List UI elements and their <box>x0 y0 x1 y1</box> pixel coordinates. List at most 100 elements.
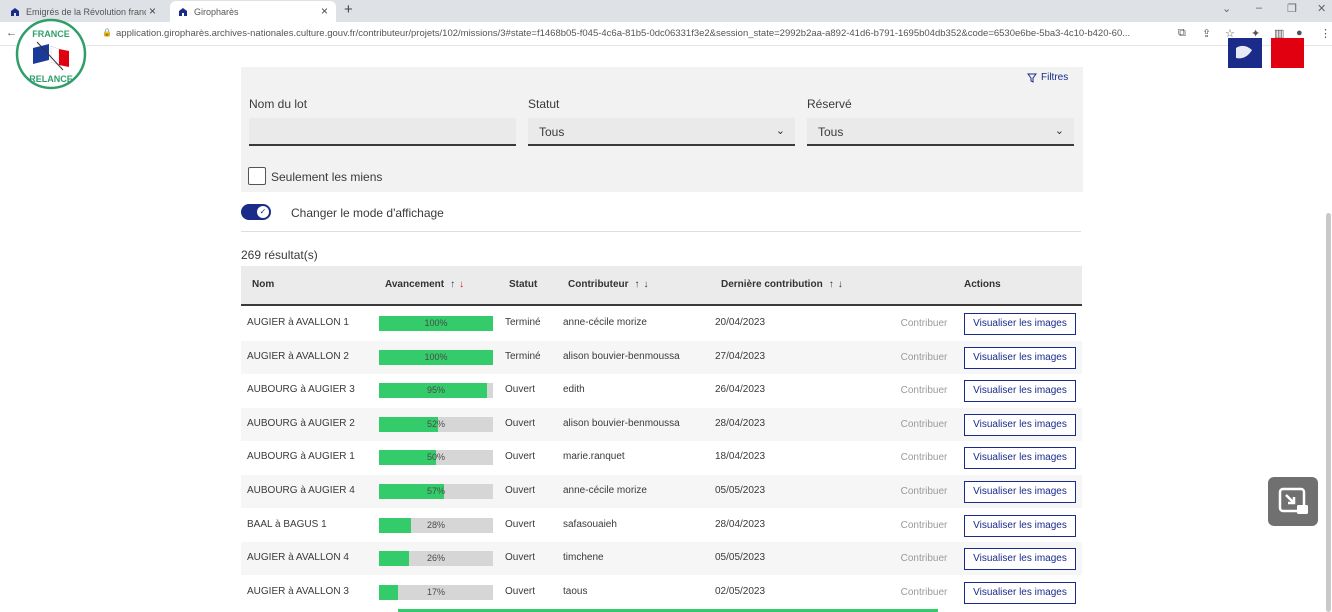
minimize-icon[interactable]: – <box>1256 2 1262 14</box>
column-header-derniere-label: Dernière contribution <box>721 279 823 290</box>
sort-down-icon[interactable]: ↓ <box>644 279 649 290</box>
contribuer-button[interactable]: Contribuer <box>891 547 957 570</box>
progress-bar: 28% <box>379 517 493 533</box>
row-contributeur: alison bouvier-benmoussa <box>563 350 680 362</box>
row-date: 28/04/2023 <box>715 518 766 530</box>
row-date: 05/05/2023 <box>715 485 766 496</box>
table-row: AUGIER à AVALLON 4 26% Ouvert timchene 05/05… <box>241 542 1082 576</box>
row-nom: BAAL à BAGUS 1 <box>247 518 327 530</box>
table-row: BAAL à BAGUS 1 28% Ouvert safasouaieh 28/04/… <box>241 509 1082 542</box>
row-nom: AUGIER à AVALLON 2 <box>247 350 349 362</box>
row-nom: AUBOURG à AUGIER 4 <box>247 485 355 496</box>
contribuer-button[interactable]: Contribuer <box>891 312 957 335</box>
reserve-select-value: Tous <box>818 125 844 139</box>
divider <box>241 231 1081 232</box>
progress-bar: 17% <box>379 584 493 600</box>
check-icon: ✓ <box>257 206 269 218</box>
row-contributeur: safasouaieh <box>563 518 617 530</box>
republique-francaise-logo <box>1228 38 1304 68</box>
visualiser-images-button[interactable]: Visualiser les images <box>964 346 1076 369</box>
table-row: AUGIER à AVALLON 2 100% Terminé alison bouv… <box>241 340 1082 374</box>
column-header-actions: Actions <box>964 279 1001 290</box>
visualiser-images-button[interactable]: Visualiser les images <box>964 447 1076 470</box>
url-field[interactable]: application.giropharès.archives-national… <box>116 28 1166 39</box>
row-nom: AUBOURG à AUGIER 3 <box>247 384 355 396</box>
lock-icon[interactable]: 🔒 <box>102 28 112 37</box>
seulement-les-miens-checkbox[interactable] <box>248 167 266 185</box>
row-statut: Ouvert <box>505 585 536 597</box>
visualiser-images-button[interactable]: Visualiser les images <box>964 548 1076 571</box>
visualiser-images-button[interactable]: Visualiser les images <box>964 380 1076 403</box>
column-header-derniere-contribution[interactable]: Dernière contribution ↑ ↓ <box>721 279 843 290</box>
progress-label: 100% <box>424 318 448 328</box>
column-header-contributeur[interactable]: Contributeur ↑ ↓ <box>568 279 649 290</box>
statut-select[interactable]: Tous ⌄ <box>528 118 795 146</box>
seulement-les-miens-label: Seulement les miens <box>271 170 383 184</box>
share-icon[interactable]: ⇪ <box>1202 27 1211 40</box>
filter-icon <box>1027 73 1037 83</box>
column-header-avancement-label: Avancement <box>385 279 445 290</box>
progress-label: 28% <box>426 519 445 530</box>
contribuer-button[interactable]: Contribuer <box>891 514 957 537</box>
table-row: AUBOURG à AUGIER 4 57% Ouvert anne-cécile m… <box>241 475 1082 508</box>
table-row: AUBOURG à AUGIER 1 50% Ouvert marie.ranquet… <box>241 441 1082 474</box>
contribuer-button[interactable]: Contribuer <box>891 379 957 402</box>
row-date: 27/04/2023 <box>715 350 766 362</box>
visualiser-images-button[interactable]: Visualiser les images <box>964 413 1076 436</box>
row-contributeur: anne-cécile morize <box>563 485 647 496</box>
sort-down-icon[interactable]: ↓ <box>459 279 464 290</box>
row-contributeur: edith <box>563 384 585 396</box>
visualiser-images-button[interactable]: Visualiser les images <box>964 581 1076 604</box>
contribuer-button[interactable]: Contribuer <box>891 480 957 503</box>
sort-up-icon[interactable]: ↑ <box>450 279 455 290</box>
progress-bar: 95% <box>379 383 493 399</box>
reserve-select[interactable]: Tous ⌄ <box>807 118 1074 146</box>
table-row: AUBOURG à AUGIER 2 52% Ouvert alison bouvie… <box>241 407 1082 441</box>
browser-tab-active[interactable]: Giropharès × <box>170 1 336 22</box>
contribuer-button[interactable]: Contribuer <box>891 446 957 469</box>
contribuer-button[interactable]: Contribuer <box>891 581 957 604</box>
nom-du-lot-input[interactable] <box>249 118 516 146</box>
column-header-contributeur-label: Contributeur <box>568 279 629 290</box>
column-header-nom[interactable]: Nom <box>252 279 274 290</box>
restore-icon[interactable]: ❐ <box>1287 2 1297 15</box>
display-mode-toggle[interactable]: ✓ <box>241 204 271 220</box>
row-nom: AUGIER à AVALLON 1 <box>247 317 349 328</box>
row-statut: Ouvert <box>505 518 536 530</box>
chevron-down-icon[interactable]: ⌄ <box>1222 2 1231 15</box>
visualiser-images-button[interactable]: Visualiser les images <box>964 514 1076 537</box>
table-header: Nom Avancement ↑ ↓ Statut Contributeur ↑ ↓ D… <box>241 266 1082 306</box>
row-statut: Ouvert <box>505 552 536 564</box>
row-date: 26/04/2023 <box>715 384 766 396</box>
sort-up-icon[interactable]: ↑ <box>635 279 640 290</box>
sort-down-icon[interactable]: ↓ <box>838 279 843 290</box>
address-bar: ← 🔒 application.giropharès.archives-nati… <box>0 22 1332 46</box>
row-nom: AUGIER à AVALLON 4 <box>247 552 349 564</box>
column-header-avancement[interactable]: Avancement ↑ ↓ <box>385 279 464 290</box>
contribuer-button[interactable]: Contribuer <box>891 346 957 369</box>
close-icon[interactable]: × <box>149 4 156 18</box>
menu-icon[interactable]: ⋮ <box>1320 27 1331 40</box>
row-statut: Ouvert <box>505 417 536 429</box>
close-icon[interactable]: × <box>321 4 328 18</box>
row-date: 05/05/2023 <box>715 552 766 564</box>
filters-button-label: Filtres <box>1041 72 1069 83</box>
picture-in-picture-button[interactable] <box>1268 477 1318 526</box>
visualiser-images-button[interactable]: Visualiser les images <box>964 313 1076 335</box>
new-tab-icon[interactable]: + <box>344 1 353 18</box>
contribuer-button[interactable]: Contribuer <box>891 413 957 436</box>
translate-icon[interactable]: ⧉ <box>1178 27 1186 40</box>
tab-title: Emigrés de la Révolution françai <box>26 6 146 17</box>
visualiser-images-button[interactable]: Visualiser les images <box>964 481 1076 503</box>
filters-button[interactable]: Filtres <box>1027 72 1068 83</box>
results-count: 269 résultat(s) <box>241 248 318 262</box>
progress-label: 95% <box>426 385 445 396</box>
row-date: 20/04/2023 <box>715 317 766 328</box>
progress-label: 57% <box>426 486 445 496</box>
progress-bar: 50% <box>379 450 493 466</box>
sort-up-icon[interactable]: ↑ <box>829 279 834 290</box>
close-window-icon[interactable]: ✕ <box>1317 2 1326 15</box>
scrollbar[interactable] <box>1326 213 1331 612</box>
progress-label: 26% <box>426 553 445 564</box>
progress-bar: 100% <box>379 349 493 365</box>
